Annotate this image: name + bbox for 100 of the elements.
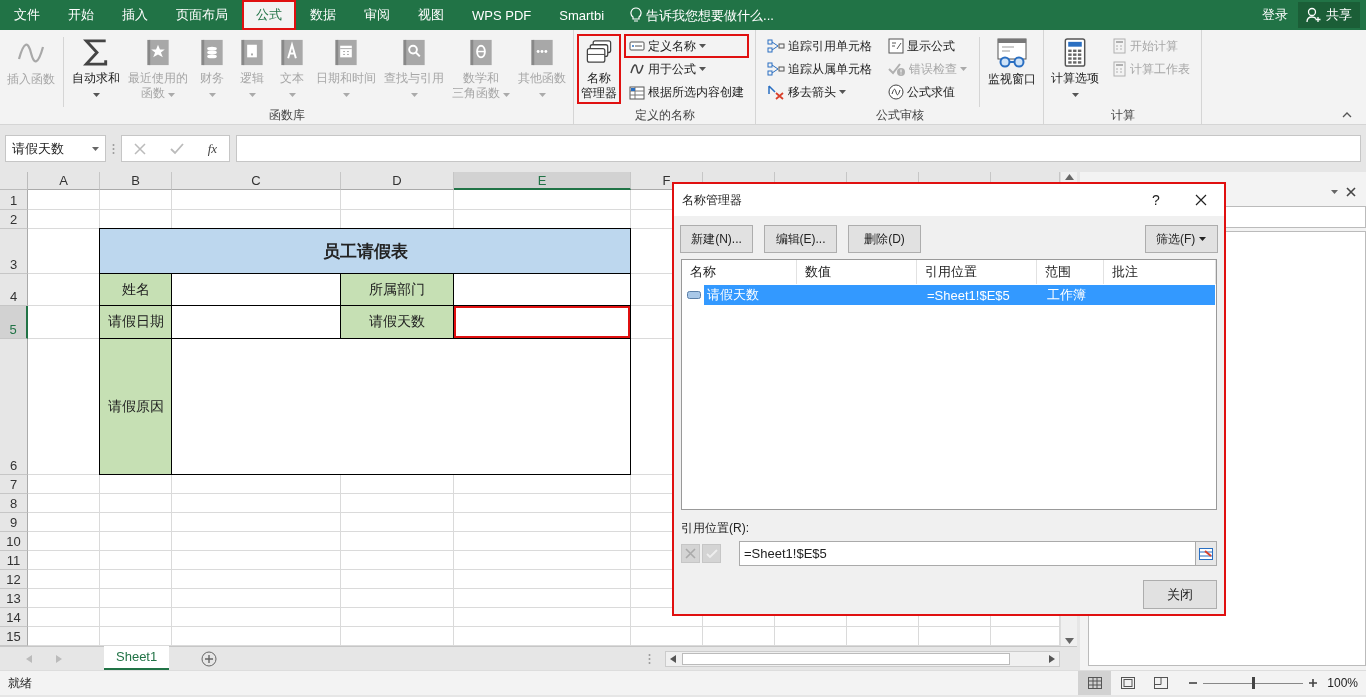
ribbon-button[interactable]: 计算选项 [1048, 35, 1103, 103]
close-icon [1195, 194, 1207, 206]
column-header[interactable]: B [100, 172, 172, 190]
menu-tab[interactable]: 页面布局 [162, 0, 242, 30]
menu-tab[interactable]: WPS PDF [458, 0, 546, 30]
menu-tab[interactable]: 开始 [54, 0, 108, 30]
sheet-tab[interactable]: Sheet1 [104, 645, 170, 670]
column-header[interactable]: 引用位置 [917, 260, 1037, 284]
zoom-out-icon[interactable] [1189, 679, 1198, 687]
column-header[interactable]: 范围 [1037, 260, 1104, 284]
dialog-button[interactable]: 删除(D) [848, 225, 921, 253]
menu-tab[interactable]: Smartbi [545, 0, 619, 30]
group-label: 公式审核 [874, 107, 925, 124]
filter-button[interactable]: 筛选(F) [1145, 225, 1218, 253]
row-header[interactable]: 13 [0, 589, 28, 608]
status-text: 就绪 [8, 674, 32, 692]
ribbon-button[interactable]: 追踪从属单元格 [763, 58, 877, 80]
share-button[interactable]: 共享 [1298, 2, 1360, 28]
zoom-thumb[interactable] [1252, 677, 1256, 689]
caret-icon [248, 93, 256, 97]
ribbon-button[interactable]: 移去箭头 [763, 81, 877, 103]
table-icon [1199, 547, 1213, 560]
table-cell-text: =Sheet1!$E$5 [926, 287, 1011, 303]
row-header[interactable]: 1 [0, 190, 28, 210]
menu-tab[interactable]: 公式 [242, 0, 296, 30]
caret-icon [92, 93, 100, 97]
input-field[interactable]: =Sheet1!$E$5 [739, 541, 1196, 566]
column-header[interactable]: A [28, 172, 100, 190]
scroll-up-icon[interactable] [1064, 174, 1074, 180]
row-header[interactable]: 9 [0, 513, 28, 532]
zoom-level[interactable]: 100% [1327, 676, 1358, 690]
more-icon [112, 142, 115, 155]
row-header[interactable]: 3 [0, 229, 28, 274]
column-header[interactable]: C [172, 172, 341, 190]
scroll-left-icon[interactable] [670, 654, 676, 663]
help-button[interactable]: ? [1134, 192, 1178, 208]
menu-tab[interactable]: 数据 [296, 0, 350, 30]
row-header[interactable]: 8 [0, 494, 28, 513]
row-header[interactable]: 11 [0, 551, 28, 570]
curve-icon [629, 61, 646, 77]
caret-icon [960, 67, 968, 71]
close-button[interactable]: 关闭 [1143, 580, 1217, 609]
tag-icon [687, 290, 701, 300]
ribbon-button[interactable]: 追踪引用单元格 [763, 35, 877, 57]
form-cell[interactable] [171, 338, 631, 475]
collapse-ribbon-icon[interactable] [1342, 112, 1352, 118]
ribbon-button[interactable]: 显示公式 [884, 35, 972, 57]
close-icon[interactable] [1346, 187, 1356, 197]
row-header[interactable]: 15 [0, 627, 28, 646]
menu-tab[interactable]: 插入 [108, 0, 162, 30]
sign-in-link[interactable]: 登录 [1262, 6, 1288, 24]
caret-icon [92, 146, 99, 151]
menu-tab[interactable]: 文件 [0, 0, 54, 30]
horizontal-scrollbar[interactable] [665, 650, 1060, 667]
caret-icon [1199, 237, 1207, 241]
name-box[interactable]: 请假天数 [5, 135, 106, 162]
row-header[interactable]: 2 [0, 210, 28, 229]
insert-function-button[interactable]: fx [207, 140, 218, 157]
calculator-icon [1111, 61, 1128, 77]
table-cell-text: 请假天数 [706, 286, 760, 304]
add-sheet-icon[interactable] [201, 650, 218, 667]
ribbon-button[interactable]: 根据所选内容创建 [625, 81, 749, 103]
row-header[interactable]: 10 [0, 532, 28, 551]
row-header[interactable]: 14 [0, 608, 28, 627]
ribbon-button[interactable]: 自动求和 [69, 35, 123, 103]
check-icon[interactable] [169, 142, 184, 155]
field-label: 引用位置(R): [680, 520, 750, 537]
zoom-in-icon[interactable] [1309, 679, 1318, 687]
trace-icon [767, 61, 786, 77]
row-header[interactable]: 7 [0, 475, 28, 494]
row-header[interactable]: 4 [0, 274, 28, 306]
scroll-down-icon[interactable] [1064, 638, 1074, 644]
caret-icon [503, 93, 511, 97]
column-header[interactable]: 批注 [1104, 260, 1216, 284]
scroll-right-icon[interactable] [1049, 654, 1055, 663]
caret-icon [699, 44, 707, 48]
sheet-icon [888, 38, 905, 54]
ribbon-button[interactable]: 定义名称 [625, 35, 749, 57]
ribbon-button[interactable]: 用于公式 [625, 58, 749, 80]
row-header[interactable]: 5 [0, 306, 28, 339]
column-header[interactable]: 名称 [682, 260, 797, 284]
dialog-button[interactable]: 编辑(E)... [764, 225, 837, 253]
menu-tab[interactable]: 视图 [404, 0, 458, 30]
column-header[interactable]: D [341, 172, 454, 190]
caret-icon [168, 93, 176, 97]
column-header[interactable]: 数值 [797, 260, 917, 284]
row-header[interactable]: 6 [0, 339, 28, 475]
form-cell[interactable] [453, 305, 631, 339]
ribbon-button[interactable]: 监视窗口 [985, 35, 1040, 103]
menu-tab[interactable]: 审阅 [350, 0, 404, 30]
formula-field[interactable] [236, 135, 1361, 162]
tell-me-field[interactable]: 告诉我您想要做什么... [646, 7, 817, 23]
ribbon-button[interactable]: 公式求值 [884, 81, 972, 103]
column-header[interactable]: E [454, 172, 631, 190]
row-header[interactable]: 12 [0, 570, 28, 589]
ribbon-button[interactable]: 名称 管理器 [578, 35, 621, 103]
range-picker-button[interactable] [1196, 541, 1217, 566]
dialog-button[interactable]: 新建(N)... [680, 225, 753, 253]
view-button[interactable] [1078, 671, 1112, 695]
more-icon [648, 652, 651, 665]
